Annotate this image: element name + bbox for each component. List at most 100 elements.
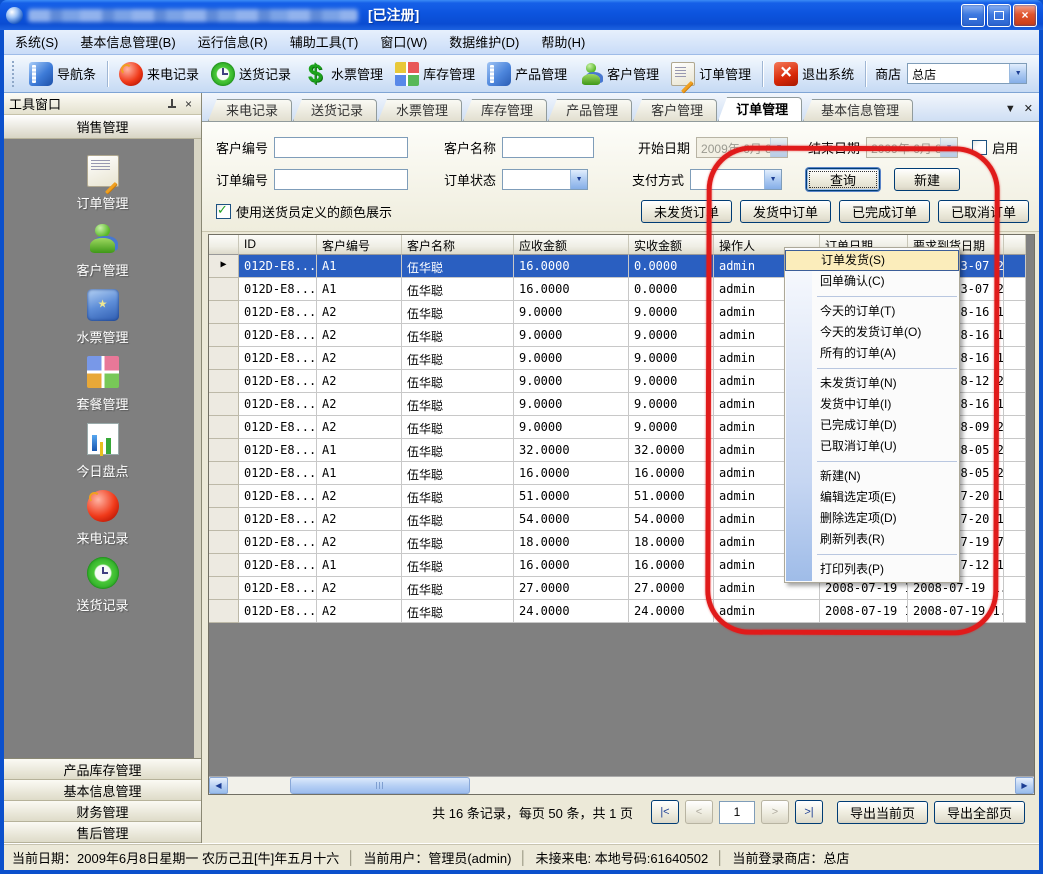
menubar-item[interactable]: 辅助工具(T) <box>279 31 370 54</box>
toolbar-button-导航条[interactable]: 导航条 <box>23 59 102 89</box>
context-menu-item-新建(N)[interactable]: 新建(N) <box>785 466 959 487</box>
context-menu-item-已取消订单(U)[interactable]: 已取消订单(U) <box>785 436 959 457</box>
context-menu-item-已完成订单(D)[interactable]: 已完成订单(D) <box>785 415 959 436</box>
toolbar-button-订单管理[interactable]: 订单管理 <box>665 59 757 89</box>
context-menu-item-发货中订单(I)[interactable]: 发货中订单(I) <box>785 394 959 415</box>
sidebar-item-套餐管理[interactable]: 套餐管理 <box>23 356 183 413</box>
toolbar-button-水票管理[interactable]: 水票管理 <box>297 59 389 89</box>
row-selector-cell[interactable] <box>209 439 239 462</box>
context-menu-item-删除选定项(D)[interactable]: 删除选定项(D) <box>785 508 959 529</box>
row-selector-cell[interactable] <box>209 508 239 531</box>
enable-dates-checkbox[interactable]: 启用 <box>972 138 1018 157</box>
menubar-item[interactable]: 数据维护(D) <box>438 31 530 54</box>
minimize-button[interactable] <box>961 4 985 27</box>
tab-库存管理[interactable]: 库存管理 <box>463 99 547 121</box>
sidebar-item-今日盘点[interactable]: 今日盘点 <box>23 423 183 480</box>
sidebar-group-售后管理[interactable]: 售后管理 <box>4 822 201 843</box>
order-status-select[interactable]: ▼ <box>502 169 588 190</box>
row-selector-cell[interactable] <box>209 301 239 324</box>
scroll-left-icon[interactable]: ◀ <box>209 777 228 794</box>
toolbar-button-库存管理[interactable]: 库存管理 <box>389 59 481 89</box>
table-row[interactable]: 012D-E8...A2伍华聪24.000024.0000admin2008-0… <box>209 600 1034 623</box>
toolbar-button-来电记录[interactable]: 来电记录 <box>113 59 205 89</box>
row-selector-cell[interactable] <box>209 393 239 416</box>
sidebar-item-订单管理[interactable]: 订单管理 <box>23 155 183 212</box>
sidebar-group-财务管理[interactable]: 财务管理 <box>4 801 201 822</box>
context-menu-item-刷新列表(R)[interactable]: 刷新列表(R) <box>785 529 959 550</box>
row-selector-cell[interactable]: ▶ <box>209 255 239 278</box>
tab-dropdown-icon[interactable]: ▼ <box>1005 103 1016 115</box>
context-menu-item-回单确认(C)[interactable]: 回单确认(C) <box>785 271 959 292</box>
row-selector-cell[interactable] <box>209 416 239 439</box>
start-date-picker[interactable]: 2009年 6月 8日 ▼ <box>696 137 788 158</box>
context-menu-item-今天的发货订单(O)[interactable]: 今天的发货订单(O) <box>785 322 959 343</box>
export-current-page-button[interactable]: 导出当前页 <box>837 801 928 824</box>
sidebar-group-产品库存管理[interactable]: 产品库存管理 <box>4 759 201 780</box>
scrollbar-track[interactable] <box>228 777 1015 794</box>
toolbar-button-退出系统[interactable]: 退出系统 <box>768 59 860 89</box>
customer-code-input[interactable] <box>274 137 408 158</box>
menubar-item[interactable]: 系统(S) <box>4 31 69 54</box>
context-menu-item-未发货订单(N)[interactable]: 未发货订单(N) <box>785 373 959 394</box>
close-button[interactable]: × <box>1013 4 1037 27</box>
sidebar-item-来电记录[interactable]: 来电记录 <box>23 490 183 547</box>
tab-来电记录[interactable]: 来电记录 <box>208 99 292 121</box>
prev-page-button[interactable]: < <box>685 800 713 824</box>
toolbar-button-产品管理[interactable]: 产品管理 <box>481 59 573 89</box>
status-filter-button-发货中订单[interactable]: 发货中订单 <box>740 200 831 223</box>
row-selector-cell[interactable] <box>209 347 239 370</box>
pay-method-select[interactable]: ▼ <box>690 169 782 190</box>
row-selector-cell[interactable] <box>209 600 239 623</box>
first-page-button[interactable]: |< <box>651 800 679 824</box>
tab-客户管理[interactable]: 客户管理 <box>633 99 717 121</box>
row-selector-cell[interactable] <box>209 485 239 508</box>
maximize-button[interactable] <box>987 4 1011 27</box>
new-button[interactable]: 新建 <box>894 168 960 191</box>
sidebar-group-sales[interactable]: 销售管理 <box>4 115 201 139</box>
row-selector-cell[interactable] <box>209 370 239 393</box>
status-filter-button-已完成订单[interactable]: 已完成订单 <box>839 200 930 223</box>
tab-订单管理[interactable]: 订单管理 <box>718 97 802 121</box>
menubar-item[interactable]: 运行信息(R) <box>187 31 279 54</box>
column-header-客户编号[interactable]: 客户编号 <box>317 235 402 255</box>
next-page-button[interactable]: > <box>761 800 789 824</box>
row-selector-cell[interactable] <box>209 278 239 301</box>
row-selector-cell[interactable] <box>209 577 239 600</box>
toolbar-button-送货记录[interactable]: 送货记录 <box>205 59 297 89</box>
delivery-color-checkbox[interactable]: 使用送货员定义的颜色展示 <box>216 202 392 221</box>
context-menu-item-所有的订单(A)[interactable]: 所有的订单(A) <box>785 343 959 364</box>
sidebar-group-基本信息管理[interactable]: 基本信息管理 <box>4 780 201 801</box>
context-menu-item-今天的订单(T)[interactable]: 今天的订单(T) <box>785 301 959 322</box>
tab-close-icon[interactable]: ✕ <box>1024 102 1033 115</box>
scrollbar-thumb[interactable] <box>290 777 470 794</box>
status-filter-button-未发货订单[interactable]: 未发货订单 <box>641 200 732 223</box>
export-all-pages-button[interactable]: 导出全部页 <box>934 801 1025 824</box>
context-menu-item-打印列表(P)[interactable]: 打印列表(P) <box>785 559 959 580</box>
horizontal-scrollbar[interactable]: ◀ ▶ <box>209 776 1034 794</box>
scroll-right-icon[interactable]: ▶ <box>1015 777 1034 794</box>
column-header-应收金额[interactable]: 应收金额 <box>514 235 629 255</box>
sidebar-scrollbar[interactable] <box>194 139 201 758</box>
shop-select[interactable]: 总店 ▼ <box>907 63 1027 84</box>
toolbar-grip[interactable] <box>12 61 19 87</box>
context-menu-item-编辑选定项(E)[interactable]: 编辑选定项(E) <box>785 487 959 508</box>
column-header-实收金额[interactable]: 实收金额 <box>629 235 714 255</box>
column-header-客户名称[interactable]: 客户名称 <box>402 235 514 255</box>
customer-name-input[interactable] <box>502 137 594 158</box>
toolbar-button-客户管理[interactable]: 客户管理 <box>573 59 665 89</box>
page-number-input[interactable] <box>719 801 755 824</box>
tab-水票管理[interactable]: 水票管理 <box>378 99 462 121</box>
menubar-item[interactable]: 帮助(H) <box>530 31 596 54</box>
row-selector-cell[interactable] <box>209 324 239 347</box>
row-selector-cell[interactable] <box>209 462 239 485</box>
menubar-item[interactable]: 窗口(W) <box>369 31 438 54</box>
sidebar-close-icon[interactable]: × <box>181 96 196 111</box>
row-selector-cell[interactable] <box>209 531 239 554</box>
column-header-ID[interactable]: ID <box>239 235 317 255</box>
sidebar-item-送货记录[interactable]: 送货记录 <box>23 557 183 614</box>
end-date-picker[interactable]: 2009年 6月 8日 ▼ <box>866 137 958 158</box>
menubar-item[interactable]: 基本信息管理(B) <box>69 31 186 54</box>
status-filter-button-已取消订单[interactable]: 已取消订单 <box>938 200 1029 223</box>
last-page-button[interactable]: >| <box>795 800 823 824</box>
tab-基本信息管理[interactable]: 基本信息管理 <box>803 99 913 121</box>
